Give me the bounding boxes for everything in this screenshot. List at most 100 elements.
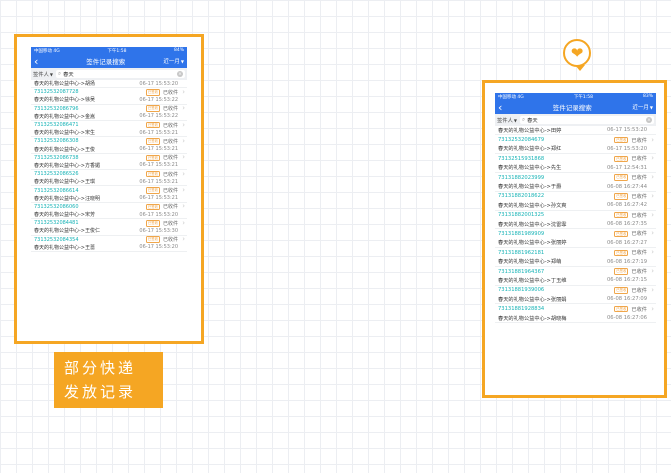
phone-screen-right: 中国移动 4G 下午1:58 83% ‹ 签件记录搜索 近一月 ▼ 签件人 ▼ …	[495, 93, 656, 385]
chevron-right-icon: ›	[651, 285, 654, 294]
record-tracking-row[interactable]: 73132515931868 已签收 已收件 ›	[495, 154, 656, 163]
record-info-row[interactable]: 春天的礼物公益中心->王蔷 06-17 15:53:20	[31, 244, 187, 252]
record-info-row[interactable]: 春天的礼物公益中心->胡扬 06-17 15:53:20	[31, 80, 187, 89]
caret-down-icon: ▼	[49, 71, 53, 77]
record-tracking-row[interactable]: 73131881928834 已签收 已收件 ›	[495, 304, 656, 313]
signed-badge: 已签收	[614, 249, 629, 257]
record-status-group: 已签收 已收件	[145, 138, 178, 145]
search-input[interactable]: ⌕ 春天 ×	[55, 70, 185, 78]
chevron-right-icon: ›	[651, 135, 654, 144]
record-address: 春天的礼物公益中心->沈雷霏	[498, 221, 567, 228]
record-tracking-row[interactable]: 73131881962181 已签收 已收件 ›	[495, 248, 656, 257]
battery-level: 83%	[642, 94, 653, 99]
signed-badge: 已签收	[145, 187, 160, 194]
record-status-group: 已签收 已收件	[614, 174, 647, 181]
record-info-row[interactable]: 春天的礼物公益中心->方香媚 06-17 15:53:21	[31, 162, 187, 171]
record-tracking-row[interactable]: 73132532084481 已签收 已收件 ›	[31, 219, 187, 227]
date-filter-dropdown[interactable]: 近一月 ▼	[632, 103, 653, 112]
record-tracking-row[interactable]: 73132532084679 已签收 已收件 ›	[495, 135, 656, 144]
chevron-right-icon: ›	[182, 186, 185, 195]
clear-icon[interactable]: ×	[646, 117, 652, 123]
record-status: 已收件	[162, 220, 178, 227]
record-info-row[interactable]: 春天的礼物公益中心->沈雷霏 06-08 16:27:35	[495, 220, 656, 230]
record-status: 已收件	[162, 89, 178, 96]
record-tracking-row[interactable]: 73132532087728 已签收 已收件 ›	[31, 88, 187, 96]
record-info-row[interactable]: 春天的礼物公益中心->于爵 06-08 16:27:44	[495, 182, 656, 192]
record-info-row[interactable]: 春天的礼物公益中心->汪晓明 06-17 15:53:21	[31, 195, 187, 203]
back-icon[interactable]: ‹	[34, 56, 48, 67]
status-bar: 中国移动 4G 下午1:58 84%	[31, 47, 187, 54]
record-status: 已收件	[162, 155, 178, 162]
record-info-row[interactable]: 春天的礼物公益中心->王俊 06-17 15:53:21	[31, 146, 187, 154]
record-info-row[interactable]: 春天的礼物公益中心->先生 06-17 12:54:31	[495, 164, 656, 173]
record-time: 06-08 16:27:15	[606, 277, 647, 284]
heart-icon: ❤	[563, 39, 591, 67]
record-tracking-row[interactable]: 73132532086614 已签收 已收件 ›	[31, 186, 187, 195]
chevron-right-icon: ›	[182, 136, 185, 145]
record-info-row[interactable]: 春天的礼物公益中心->宋芳 06-17 15:53:20	[31, 211, 187, 220]
carrier-label: 中国移动 4G	[498, 94, 524, 100]
record-status: 已收件	[631, 287, 647, 294]
date-filter-dropdown[interactable]: 近一月 ▼	[163, 57, 184, 66]
record-time: 06-08 16:27:06	[606, 315, 647, 321]
tracking-number: 73132532086796	[34, 105, 79, 112]
record-status-group: 已签收 已收件	[145, 121, 178, 129]
record-tracking-row[interactable]: 73132532086308 已签收 已收件 ›	[31, 137, 187, 145]
record-status: 已收件	[631, 269, 647, 276]
chevron-right-icon: ›	[651, 154, 654, 163]
record-info-row[interactable]: 春天的礼物公益中心->胡晓梅 06-08 16:27:06	[495, 314, 656, 324]
record-status-group: 已签收 已收件	[614, 287, 647, 294]
record-address: 春天的礼物公益中心->张丽娟	[498, 296, 567, 303]
record-tracking-row[interactable]: 73132532086796 已签收 已收件 ›	[31, 105, 187, 113]
search-input[interactable]: ⌕ 春天 ×	[519, 116, 654, 124]
record-status: 已收件	[162, 122, 178, 129]
record-tracking-row[interactable]: 73131881989909 已签收 已收件 ›	[495, 229, 656, 238]
record-info-row[interactable]: 春天的礼物公益中心->宋生 06-17 15:53:21	[31, 129, 187, 138]
record-info-row[interactable]: 春天的礼物公益中心->张丽娟 06-08 16:27:09	[495, 295, 656, 305]
record-tracking-row[interactable]: 73132532084354 已签收 已收件 ›	[31, 236, 187, 244]
tracking-number: 73132532084354	[34, 236, 79, 243]
record-tracking-row[interactable]: 73131882023999 已签收 已收件 ›	[495, 173, 656, 182]
record-info-row[interactable]: 春天的礼物公益中心->王俊仁 06-17 15:53:30	[31, 227, 187, 236]
record-status: 已收件	[631, 175, 647, 182]
record-time: 06-08 16:27:44	[606, 183, 647, 190]
signed-badge: 已签收	[145, 220, 160, 227]
record-tracking-row[interactable]: 73132532086060 已签收 已收件 ›	[31, 203, 187, 211]
clear-icon[interactable]: ×	[177, 71, 183, 77]
record-tracking-row[interactable]: 73131881939006 已签收 已收件 ›	[495, 286, 656, 295]
record-status-group: 已签收 已收件	[145, 220, 178, 227]
record-time: 06-17 15:53:20	[139, 80, 178, 87]
tracking-number: 73132532086308	[34, 138, 79, 145]
record-address: 春天的礼物公益中心->先生	[498, 165, 562, 172]
record-info-row[interactable]: 春天的礼物公益中心->孙文爽 06-08 16:27:42	[495, 201, 656, 211]
record-info-row[interactable]: 春天的礼物公益中心->张丽婷 06-08 16:27:27	[495, 239, 656, 249]
back-icon[interactable]: ‹	[498, 102, 512, 113]
record-status-group: 已签收 已收件	[145, 105, 178, 112]
search-bar: 签件人 ▼ ⌕ 春天 ×	[31, 68, 187, 80]
search-field-select[interactable]: 签件人 ▼	[497, 116, 517, 125]
signed-badge: 已签收	[145, 236, 160, 243]
record-status-group: 已签收 已收件	[614, 155, 647, 162]
record-address: 春天的礼物公益中心->王俊	[34, 146, 95, 153]
record-time: 06-08 16:27:27	[606, 239, 647, 246]
record-info-row[interactable]: 春天的礼物公益中心->丁玉维 06-08 16:27:15	[495, 276, 656, 286]
tracking-number: 73131881989909	[498, 230, 545, 237]
record-info-row[interactable]: 春天的礼物公益中心->郑萌 06-08 16:27:19	[495, 257, 656, 267]
record-info-row[interactable]: 春天的礼物公益中心->王琪 06-17 15:53:21	[31, 178, 187, 187]
chevron-right-icon: ›	[182, 153, 185, 162]
record-info-row[interactable]: 春天的礼物公益中心->金嵩 06-17 15:53:22	[31, 113, 187, 121]
record-info-row[interactable]: 春天的礼物公益中心->郑红 06-17 15:53:20	[495, 145, 656, 155]
search-field-select[interactable]: 签件人 ▼	[33, 70, 53, 79]
record-address: 春天的礼物公益中心->王琪	[34, 179, 95, 186]
record-info-row[interactable]: 春天的礼物公益中心->田婷 06-17 15:53:20	[495, 126, 656, 136]
search-query: 春天	[63, 72, 74, 78]
record-tracking-row[interactable]: 73131882018622 已签收 已收件 ›	[495, 192, 656, 201]
record-tracking-row[interactable]: 73132532086526 已签收 已收件 ›	[31, 170, 187, 178]
record-tracking-row[interactable]: 73132532086471 已签收 已收件 ›	[31, 121, 187, 129]
record-tracking-row[interactable]: 73131882001325 已签收 已收件 ›	[495, 211, 656, 220]
record-tracking-row[interactable]: 73131881964367 已签收 已收件 ›	[495, 267, 656, 276]
record-address: 春天的礼物公益中心->郑红	[498, 146, 562, 153]
record-tracking-row[interactable]: 73132532086738 已签收 已收件 ›	[31, 154, 187, 162]
record-info-row[interactable]: 春天的礼物公益中心->徐吴 06-17 15:53:22	[31, 96, 187, 105]
record-time: 06-17 12:54:31	[606, 164, 647, 171]
